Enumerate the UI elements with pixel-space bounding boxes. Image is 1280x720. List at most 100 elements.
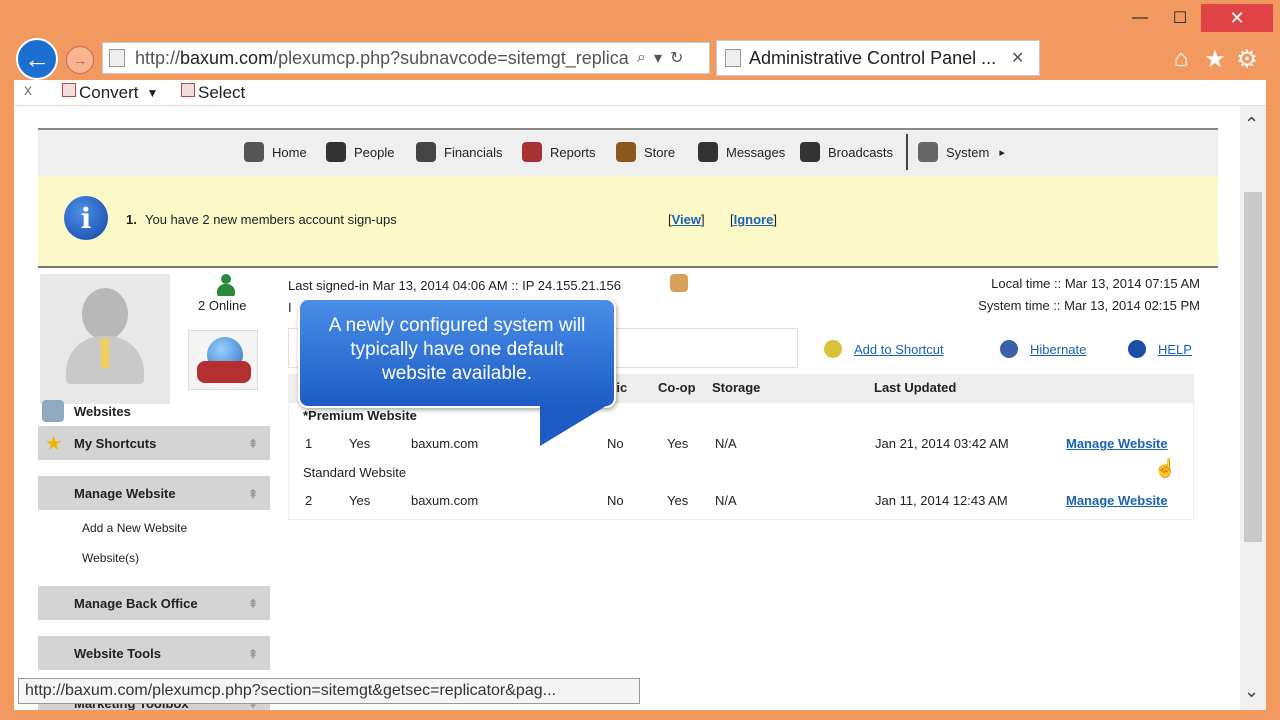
browser-navbar: ← → http://baxum.com/plexumcp.php?subnav… xyxy=(0,38,1280,80)
key-icon[interactable] xyxy=(670,274,688,292)
nav-financials[interactable]: Financials xyxy=(416,142,503,162)
callout-line-3: website available. xyxy=(382,363,532,384)
nav-reports-label: Reports xyxy=(550,144,596,160)
scroll-down-icon[interactable]: ⌄ xyxy=(1244,681,1259,702)
websites-link[interactable]: Website(s) xyxy=(82,551,139,565)
manage-website-link[interactable]: Manage Website xyxy=(1066,436,1168,451)
minimize-button[interactable]: — xyxy=(1126,4,1154,32)
online-count[interactable]: 2 Online xyxy=(198,298,246,313)
financials-icon xyxy=(416,142,436,162)
command-bar: x Convert ▼ Select xyxy=(14,80,1266,106)
caret-down-icon[interactable]: ▼ xyxy=(147,86,159,100)
search-icon[interactable]: ⌕ xyxy=(637,49,646,67)
user-avatar[interactable] xyxy=(40,274,170,404)
tab-page-icon xyxy=(725,49,741,67)
select-label: Select xyxy=(198,83,246,102)
nav-store[interactable]: Store xyxy=(616,142,675,162)
refresh-icon[interactable]: ↻ xyxy=(670,48,683,68)
row-coop: Yes xyxy=(667,436,689,451)
nav-reports[interactable]: Reports xyxy=(522,142,596,162)
scroll-thumb[interactable] xyxy=(1244,192,1262,542)
nav-home-label: Home xyxy=(272,144,307,160)
nav-broadcasts[interactable]: Broadcasts xyxy=(800,142,893,162)
last-signed-in: Last signed-in Mar 13, 2014 04:06 AM :: … xyxy=(288,278,621,293)
grip-icon: ⇞ xyxy=(247,597,258,611)
messages-icon xyxy=(698,142,718,162)
avatar-tie xyxy=(101,338,109,368)
page-viewport: Home People Financials Reports Store Mes… xyxy=(14,106,1266,710)
favorites-icon[interactable]: ★ xyxy=(1202,46,1228,73)
view-link[interactable]: View xyxy=(672,212,701,227)
forward-button[interactable]: → xyxy=(66,46,94,74)
address-bar[interactable]: http://baxum.com/plexumcp.php?subnavcode… xyxy=(102,42,710,74)
nav-home[interactable]: Home xyxy=(244,142,307,162)
scroll-up-icon[interactable]: ⌃ xyxy=(1244,114,1259,135)
standard-group: Standard Website xyxy=(303,465,407,480)
local-time: Local time :: Mar 13, 2014 07:15 AM xyxy=(991,276,1200,291)
ignore-link[interactable]: Ignore xyxy=(734,212,774,227)
nav-people-label: People xyxy=(354,144,395,160)
add-to-shortcut[interactable]: Add to Shortcut xyxy=(824,340,944,358)
bracket-close: ] xyxy=(701,212,705,227)
info-icon: i xyxy=(64,196,108,240)
websites-section-title: Websites xyxy=(42,400,131,422)
manage-website-link[interactable]: Manage Website xyxy=(1066,493,1168,508)
maximize-button[interactable]: ☐ xyxy=(1166,4,1194,32)
website-tools-label: Website Tools xyxy=(74,645,161,661)
nav-system[interactable]: System ▸ xyxy=(918,142,1005,162)
table-body: *Premium Website 1 Yes baxum.com No Yes … xyxy=(288,402,1194,520)
close-window-button[interactable]: ✕ xyxy=(1201,4,1273,32)
website-tools-bar[interactable]: Website Tools ⇞ xyxy=(38,636,270,670)
add-shortcut-icon xyxy=(824,340,842,358)
pdf-select-icon xyxy=(181,83,195,97)
row-action: Manage Website xyxy=(1066,436,1168,451)
system-icon xyxy=(918,142,938,162)
ip-stub: I xyxy=(288,300,292,315)
row-tic: No xyxy=(607,493,624,508)
back-button[interactable]: ← xyxy=(16,38,58,80)
nav-financials-label: Financials xyxy=(444,144,503,160)
row-updated: Jan 21, 2014 03:42 AM xyxy=(875,436,1009,451)
select-button[interactable]: Select xyxy=(181,83,245,103)
row-updated: Jan 11, 2014 12:43 AM xyxy=(875,493,1008,508)
tab-close-icon[interactable]: ✕ xyxy=(1011,48,1024,68)
help[interactable]: HELP xyxy=(1128,340,1192,358)
nav-messages[interactable]: Messages xyxy=(698,142,785,162)
row-storage: N/A xyxy=(715,436,737,451)
manage-website-bar[interactable]: Manage Website ⇞ xyxy=(38,476,270,510)
forward-arrow-icon: → xyxy=(73,52,87,68)
back-arrow-icon: ← xyxy=(24,43,50,74)
globe-icon[interactable] xyxy=(188,330,258,390)
row-tic: No xyxy=(607,436,624,451)
window-titlebar: — ☐ ✕ xyxy=(0,0,1280,38)
hibernate-link[interactable]: Hibernate xyxy=(1030,342,1086,357)
my-shortcuts-bar[interactable]: ★ My Shortcuts ⇞ xyxy=(38,426,270,460)
websites-title-label: Websites xyxy=(74,403,131,419)
tab-title: Administrative Control Panel ... xyxy=(749,47,997,68)
row-domain: baxum.com xyxy=(411,436,479,451)
add-new-website-link[interactable]: Add a New Website xyxy=(82,521,187,535)
manage-back-office-bar[interactable]: Manage Back Office ⇞ xyxy=(38,586,270,620)
premium-group: *Premium Website xyxy=(303,408,417,423)
commandbar-close-button[interactable]: x xyxy=(24,82,32,100)
star-icon: ★ xyxy=(46,434,62,453)
hibernate[interactable]: Hibernate xyxy=(1000,340,1086,358)
help-link[interactable]: HELP xyxy=(1158,342,1192,357)
add-to-shortcut-link[interactable]: Add to Shortcut xyxy=(854,342,944,357)
chevron-down-icon[interactable]: ▾ xyxy=(654,48,662,68)
row-active: Yes xyxy=(349,493,371,508)
nav-people[interactable]: People xyxy=(326,142,394,162)
home-icon[interactable]: ⌂ xyxy=(1168,45,1194,72)
browser-tab[interactable]: Administrative Control Panel ... ✕ xyxy=(716,40,1040,76)
address-url[interactable]: http://baxum.com/plexumcp.php?subnavcode… xyxy=(135,48,629,69)
manage-website-label: Manage Website xyxy=(74,485,176,501)
url-prefix: http:// xyxy=(135,47,181,68)
convert-button[interactable]: Convert ▼ xyxy=(62,83,158,103)
callout-tail xyxy=(540,406,606,446)
vertical-scrollbar[interactable]: ⌃ ⌄ xyxy=(1240,106,1266,710)
settings-gear-icon[interactable]: ⚙ xyxy=(1234,46,1260,73)
row-num: 1 xyxy=(305,436,313,451)
grip-icon: ⇞ xyxy=(247,487,258,501)
manage-back-office-label: Manage Back Office xyxy=(74,595,198,611)
my-shortcuts-label: My Shortcuts xyxy=(74,435,157,451)
